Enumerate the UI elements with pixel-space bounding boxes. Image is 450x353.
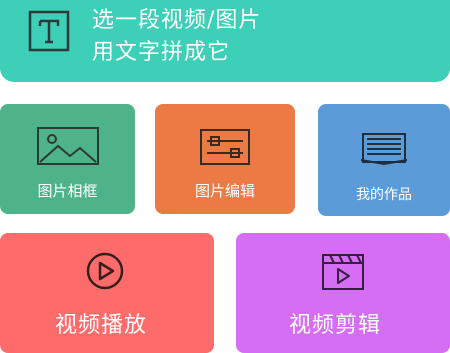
text-mosaic-banner[interactable]: 选一段视频/图片 用文字拼成它 bbox=[0, 0, 450, 82]
photo-frame-tile[interactable]: 图片相框 bbox=[0, 104, 135, 214]
text-t-icon bbox=[28, 10, 70, 52]
banner-title-line2: 用文字拼成它 bbox=[92, 40, 231, 65]
my-works-tile[interactable]: 我的作品 bbox=[318, 104, 450, 216]
my-works-label: 我的作品 bbox=[356, 187, 412, 203]
video-play-tile[interactable]: 视频播放 bbox=[0, 233, 214, 353]
play-circle-icon bbox=[86, 252, 124, 290]
stack-icon bbox=[360, 133, 408, 166]
photo-edit-tile[interactable]: 图片编辑 bbox=[155, 104, 295, 214]
clapperboard-icon bbox=[322, 254, 364, 290]
video-play-label: 视频播放 bbox=[54, 313, 147, 338]
sliders-icon bbox=[200, 129, 250, 165]
banner-title-line1: 选一段视频/图片 bbox=[92, 8, 262, 33]
image-icon bbox=[36, 127, 99, 165]
photo-frame-label: 图片相框 bbox=[37, 182, 98, 200]
photo-edit-label: 图片编辑 bbox=[194, 182, 255, 200]
video-edit-label: 视频剪辑 bbox=[288, 313, 381, 338]
video-edit-tile[interactable]: 视频剪辑 bbox=[236, 233, 450, 353]
